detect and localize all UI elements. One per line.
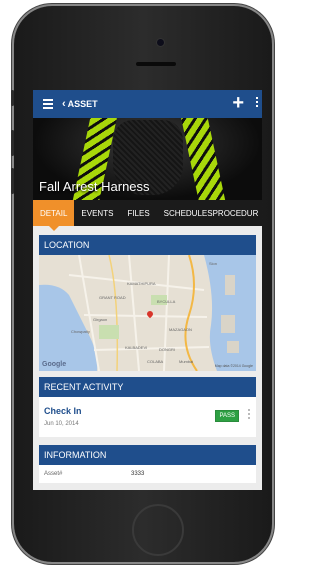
tab-schedules[interactable]: SCHEDULES [157,200,213,226]
info-value: 3333 [131,471,145,477]
info-row: Asset# 3333 [39,465,256,483]
app-bar-title[interactable]: ASSET [68,99,98,109]
map-label-colaba: COLABA [147,359,164,364]
add-icon[interactable]: + [232,93,244,113]
chevron-left-icon[interactable]: ‹ [62,98,66,110]
asset-hero-image: Fall Arrest Harness [33,118,262,200]
recent-activity-header: RECENT ACTIVITY [39,377,256,397]
map-label-mumbai: Mumbai [179,359,194,364]
tab-events[interactable]: EVENTS [74,200,120,226]
activity-title: Check In [44,406,82,416]
map-label-byculla: BYCULLA [157,299,176,304]
overflow-menu-icon[interactable] [256,97,258,107]
app-screen: ‹ ASSET + Fall Arrest Harness DETAIL EVE… [33,90,262,490]
front-camera [157,39,164,46]
map-label-kamathipura: KAMATHIPURA [127,281,156,286]
harness-strap-right [179,118,229,200]
map-label-sion: Sion [209,261,218,266]
status-badge: PASS [215,410,239,422]
activity-item[interactable]: Check In Jun 10, 2014 PASS [39,397,256,437]
map-label-kalbadevi: KALBADEVI [125,345,148,350]
detail-content: LOCATION Sion KAMATHIPURA BYCULLA GRANT … [33,226,262,483]
tab-procedures[interactable]: PROCEDUR [213,200,262,226]
map-label-grant-road: GRANT ROAD [99,295,126,300]
map-copyright: Map data ©2014 Google [214,364,253,368]
map-label-chowpatty: Chowpatty [71,329,90,334]
volume-up-button [11,130,14,156]
map-label-girgaon: Girgaon [93,317,108,322]
mute-switch [11,90,14,106]
activity-date: Jun 10, 2014 [44,421,79,427]
tab-files[interactable]: FILES [120,200,156,226]
asset-title: Fall Arrest Harness [39,179,150,194]
google-logo: Google [42,361,67,368]
map-label-mazagaon: MAZAGAON [169,327,192,332]
location-map[interactable]: Sion KAMATHIPURA BYCULLA GRANT ROAD MAZA… [39,255,256,371]
activity-more-icon[interactable] [248,409,250,419]
location-header: LOCATION [39,235,256,255]
earpiece-speaker [136,62,176,66]
asset-tabs: DETAIL EVENTS FILES SCHEDULES PROCEDUR [33,200,262,231]
information-header: INFORMATION [39,445,256,465]
info-label: Asset# [44,471,63,477]
menu-icon[interactable] [43,99,53,109]
volume-down-button [11,168,14,194]
home-button[interactable] [132,504,184,556]
tab-detail[interactable]: DETAIL [33,200,75,231]
map-label-dongri: DONGRI [159,347,175,352]
app-bar: ‹ ASSET + [33,90,262,118]
